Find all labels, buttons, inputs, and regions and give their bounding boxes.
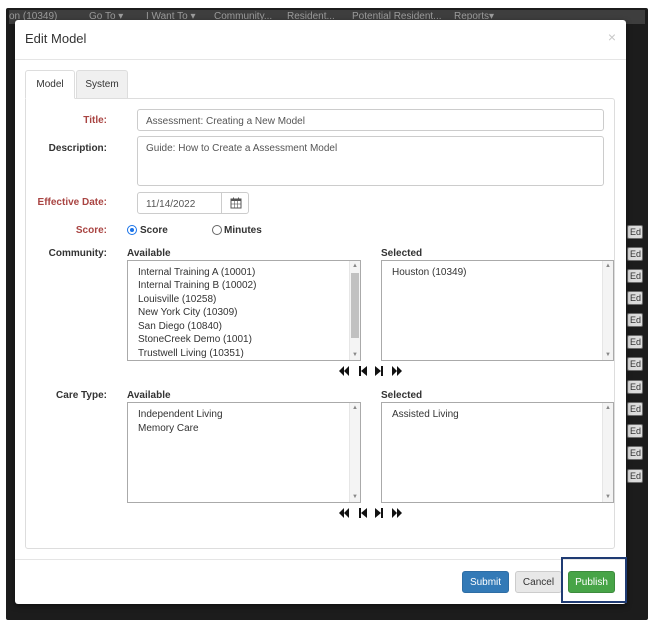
scroll-thumb[interactable] (351, 273, 359, 338)
list-item[interactable]: Memory Care (138, 423, 199, 434)
modal-footer-divider (15, 559, 626, 560)
skip-right-icon[interactable] (375, 508, 383, 518)
double-chevron-left-icon[interactable] (339, 508, 349, 518)
background-edit-button[interactable]: Ed (627, 402, 643, 416)
effective-date-input[interactable]: 11/14/2022 (137, 192, 222, 214)
edit-model-dialog: Edit Model × Model System Title: Assessm… (15, 20, 626, 604)
score-radio[interactable] (127, 225, 137, 235)
close-icon[interactable]: × (608, 29, 616, 45)
community-available-list[interactable]: Internal Training A (10001) Internal Tra… (127, 260, 361, 361)
scroll-down-icon[interactable]: ▼ (605, 494, 611, 500)
background-edit-button[interactable]: Ed (627, 291, 643, 305)
care-type-available-header: Available (127, 390, 171, 401)
care-type-selected-header: Selected (381, 390, 423, 401)
background-edit-button[interactable]: Ed (627, 313, 643, 327)
modal-title: Edit Model (25, 31, 87, 46)
community-selected-header: Selected (381, 248, 423, 259)
tab-system[interactable]: System (76, 70, 128, 99)
background-edit-button[interactable]: Ed (627, 469, 643, 483)
list-item[interactable]: Houston (10349) (392, 267, 467, 278)
list-item[interactable]: Internal Training B (10002) (138, 280, 256, 291)
skip-left-icon[interactable] (359, 508, 367, 518)
title-label: Title: (83, 115, 107, 126)
scrollbar[interactable]: ▲ ▼ (602, 261, 613, 360)
effective-date-label: Effective Date: (37, 197, 107, 208)
double-chevron-right-icon[interactable] (392, 508, 402, 518)
skip-left-icon[interactable] (359, 366, 367, 376)
care-type-selected-list[interactable]: Assisted Living ▲ ▼ (381, 402, 614, 503)
scrollbar[interactable]: ▲ ▼ (602, 403, 613, 502)
modal-header: Edit Model × (15, 20, 626, 60)
double-chevron-right-icon[interactable] (392, 366, 402, 376)
list-item[interactable]: New York City (10309) (138, 307, 238, 318)
background-edit-button[interactable]: Ed (627, 424, 643, 438)
tab-model[interactable]: Model (25, 70, 75, 99)
background-edit-button[interactable]: Ed (627, 357, 643, 371)
cancel-button[interactable]: Cancel (515, 571, 562, 593)
background-edit-button[interactable]: Ed (627, 247, 643, 261)
scroll-up-icon[interactable]: ▲ (352, 263, 358, 269)
scrollbar[interactable]: ▲ ▼ (349, 403, 360, 502)
care-type-label: Care Type: (56, 390, 107, 401)
list-item[interactable]: Assisted Living (392, 409, 459, 420)
list-item[interactable]: San Diego (10840) (138, 321, 222, 332)
scrollbar[interactable]: ▲ ▼ (349, 261, 360, 360)
background-edit-button[interactable]: Ed (627, 446, 643, 460)
list-item[interactable]: StoneCreek Demo (1001) (138, 334, 252, 345)
care-type-mover-controls (339, 508, 402, 518)
background-edit-button[interactable]: Ed (627, 225, 643, 239)
score-label: Score: (75, 225, 107, 236)
list-item[interactable]: Independent Living (138, 409, 223, 420)
list-item[interactable]: Louisville (10258) (138, 294, 216, 305)
community-available-header: Available (127, 248, 171, 259)
care-type-available-list[interactable]: Independent Living Memory Care ▲ ▼ (127, 402, 361, 503)
background-edit-button[interactable]: Ed (627, 335, 643, 349)
description-textarea[interactable]: Guide: How to Create a Assessment Model (137, 136, 604, 186)
community-mover-controls (339, 366, 402, 376)
scroll-up-icon[interactable]: ▲ (352, 405, 358, 411)
submit-button[interactable]: Submit (462, 571, 509, 593)
scroll-down-icon[interactable]: ▼ (352, 494, 358, 500)
double-chevron-left-icon[interactable] (339, 366, 349, 376)
description-label: Description: (48, 143, 107, 154)
community-selected-list[interactable]: Houston (10349) ▲ ▼ (381, 260, 614, 361)
community-label: Community: (48, 248, 107, 259)
list-item[interactable]: Trustwell Living (10351) (138, 348, 244, 359)
background-edit-button[interactable]: Ed (627, 269, 643, 283)
scroll-up-icon[interactable]: ▲ (605, 263, 611, 269)
title-input[interactable]: Assessment: Creating a New Model (137, 109, 604, 131)
list-item[interactable]: Internal Training A (10001) (138, 267, 255, 278)
scroll-down-icon[interactable]: ▼ (352, 352, 358, 358)
minutes-radio-label: Minutes (224, 225, 262, 236)
background-edit-button[interactable]: Ed (627, 380, 643, 394)
scroll-down-icon[interactable]: ▼ (605, 352, 611, 358)
calendar-icon (230, 197, 242, 209)
publish-highlight-box (561, 557, 627, 603)
calendar-button[interactable] (221, 192, 249, 214)
scroll-up-icon[interactable]: ▲ (605, 405, 611, 411)
skip-right-icon[interactable] (375, 366, 383, 376)
score-radio-label: Score (140, 225, 168, 236)
minutes-radio[interactable] (212, 225, 222, 235)
